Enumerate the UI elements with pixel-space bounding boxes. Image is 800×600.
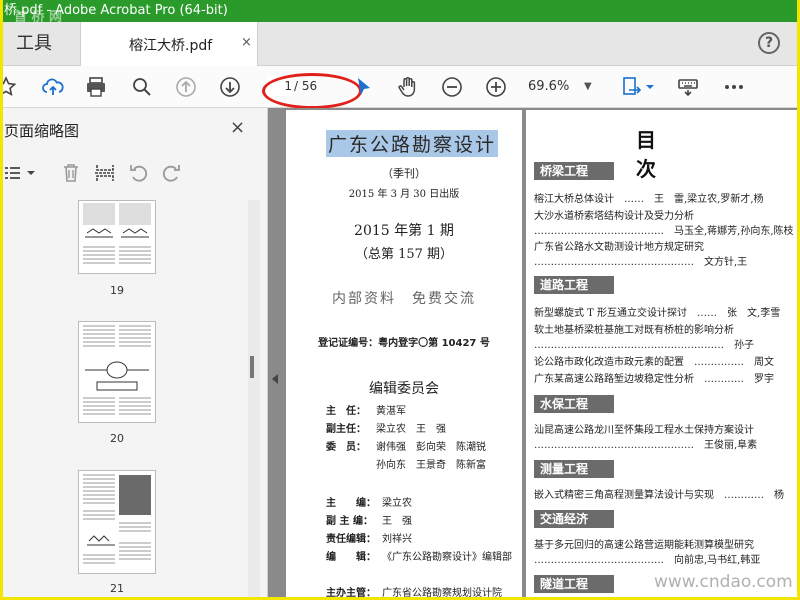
- window-frame: [0, 0, 800, 600]
